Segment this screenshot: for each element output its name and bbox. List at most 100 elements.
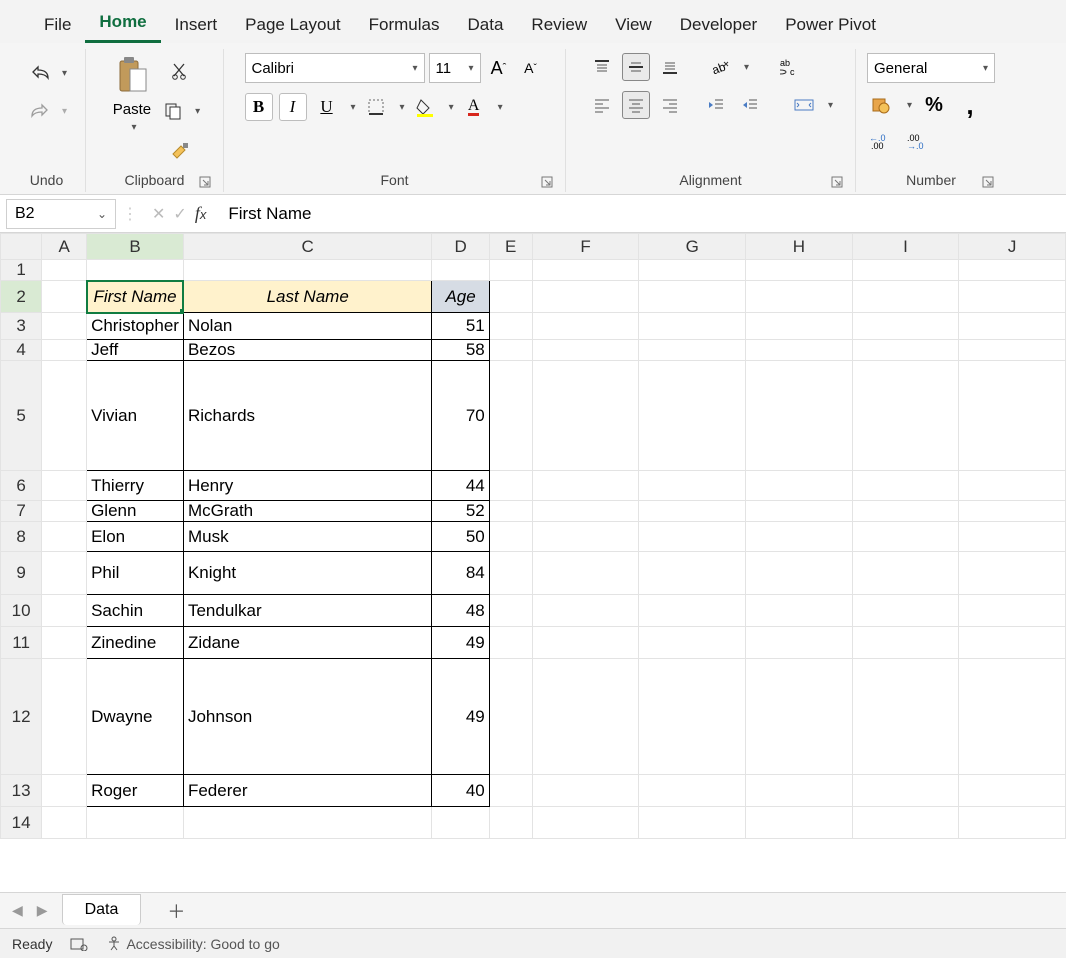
wrap-text-button[interactable]: abc xyxy=(775,53,803,81)
cell-F14[interactable] xyxy=(532,807,639,839)
increase-decimal-button[interactable]: ←.0.00 xyxy=(867,127,895,155)
cut-button[interactable] xyxy=(166,57,194,85)
cell-H4[interactable] xyxy=(746,340,853,361)
cell-C3[interactable]: Nolan xyxy=(183,313,431,340)
cell-I4[interactable] xyxy=(852,340,959,361)
cell-E1[interactable] xyxy=(489,260,532,281)
cell-E12[interactable] xyxy=(489,659,532,775)
cell-D14[interactable] xyxy=(432,807,489,839)
cell-H11[interactable] xyxy=(746,627,853,659)
cell-F9[interactable] xyxy=(532,552,639,595)
cell-I7[interactable] xyxy=(852,501,959,522)
cell-C9[interactable]: Knight xyxy=(183,552,431,595)
cell-G10[interactable] xyxy=(639,595,746,627)
cell-F1[interactable] xyxy=(532,260,639,281)
cell-F6[interactable] xyxy=(532,471,639,501)
cell-E3[interactable] xyxy=(489,313,532,340)
col-header-C[interactable]: C xyxy=(183,234,431,260)
align-top-button[interactable] xyxy=(588,53,616,81)
cell-J1[interactable] xyxy=(959,260,1066,281)
cell-H8[interactable] xyxy=(746,522,853,552)
cell-H7[interactable] xyxy=(746,501,853,522)
cell-J9[interactable] xyxy=(959,552,1066,595)
cell-D5[interactable]: 70 xyxy=(432,361,489,471)
accessibility-status[interactable]: Accessibility: Good to go xyxy=(106,936,279,952)
cell-J10[interactable] xyxy=(959,595,1066,627)
cell-G7[interactable] xyxy=(639,501,746,522)
cell-C14[interactable] xyxy=(183,807,431,839)
cell-B14[interactable] xyxy=(87,807,184,839)
prev-sheet-button[interactable]: ◀ xyxy=(12,902,23,919)
italic-button[interactable]: I xyxy=(279,93,307,121)
cell-I6[interactable] xyxy=(852,471,959,501)
cell-D9[interactable]: 84 xyxy=(432,552,489,595)
cell-E11[interactable] xyxy=(489,627,532,659)
cell-J13[interactable] xyxy=(959,775,1066,807)
row-header-1[interactable]: 1 xyxy=(1,260,42,281)
add-sheet-button[interactable]: ＋ xyxy=(155,898,197,924)
cell-I5[interactable] xyxy=(852,361,959,471)
cell-G8[interactable] xyxy=(639,522,746,552)
cell-E5[interactable] xyxy=(489,361,532,471)
cell-A6[interactable] xyxy=(42,471,87,501)
name-box[interactable]: B2⌄ xyxy=(6,199,116,229)
cell-H9[interactable] xyxy=(746,552,853,595)
cell-I1[interactable] xyxy=(852,260,959,281)
cell-A7[interactable] xyxy=(42,501,87,522)
formula-input[interactable] xyxy=(220,199,1060,229)
col-header-F[interactable]: F xyxy=(532,234,639,260)
cell-A2[interactable] xyxy=(42,281,87,313)
font-size-select[interactable]: 11▾ xyxy=(429,53,481,83)
cell-D10[interactable]: 48 xyxy=(432,595,489,627)
chevron-down-icon[interactable]: ▾ xyxy=(131,122,136,133)
cell-C13[interactable]: Federer xyxy=(183,775,431,807)
chevron-down-icon[interactable]: ▾ xyxy=(907,100,912,111)
chevron-down-icon[interactable]: ▾ xyxy=(498,102,503,113)
cell-G2[interactable] xyxy=(639,281,746,313)
cell-C1[interactable] xyxy=(183,260,431,281)
tab-page-layout[interactable]: Page Layout xyxy=(231,9,354,43)
spreadsheet-grid[interactable]: ABCDEFGHIJ12First NameLast NameAge3Chris… xyxy=(0,233,1066,892)
cell-C2[interactable]: Last Name xyxy=(183,281,431,313)
tab-data[interactable]: Data xyxy=(454,9,518,43)
col-header-J[interactable]: J xyxy=(959,234,1066,260)
row-header-3[interactable]: 3 xyxy=(1,313,42,340)
cell-D6[interactable]: 44 xyxy=(432,471,489,501)
dialog-launcher-icon[interactable] xyxy=(982,176,996,190)
row-header-11[interactable]: 11 xyxy=(1,627,42,659)
cell-E10[interactable] xyxy=(489,595,532,627)
cell-B13[interactable]: Roger xyxy=(87,775,184,807)
tab-formulas[interactable]: Formulas xyxy=(355,9,454,43)
underline-button[interactable]: U xyxy=(313,93,341,121)
format-painter-button[interactable] xyxy=(166,137,194,165)
cell-J8[interactable] xyxy=(959,522,1066,552)
align-bottom-button[interactable] xyxy=(656,53,684,81)
cell-D3[interactable]: 51 xyxy=(432,313,489,340)
row-header-9[interactable]: 9 xyxy=(1,552,42,595)
cell-B5[interactable]: Vivian xyxy=(87,361,184,471)
col-header-H[interactable]: H xyxy=(746,234,853,260)
cell-F8[interactable] xyxy=(532,522,639,552)
cell-J14[interactable] xyxy=(959,807,1066,839)
font-color-button[interactable]: A xyxy=(460,93,488,121)
tab-insert[interactable]: Insert xyxy=(161,9,232,43)
cell-J5[interactable] xyxy=(959,361,1066,471)
chevron-down-icon[interactable]: ▾ xyxy=(351,102,356,113)
cell-H6[interactable] xyxy=(746,471,853,501)
cell-H5[interactable] xyxy=(746,361,853,471)
cell-C11[interactable]: Zidane xyxy=(183,627,431,659)
cell-B1[interactable] xyxy=(87,260,184,281)
row-header-14[interactable]: 14 xyxy=(1,807,42,839)
paste-button[interactable]: Paste ▾ xyxy=(109,53,155,135)
row-header-2[interactable]: 2 xyxy=(1,281,42,313)
macro-recording-icon[interactable] xyxy=(70,937,88,951)
align-middle-button[interactable] xyxy=(622,53,650,81)
cell-A5[interactable] xyxy=(42,361,87,471)
cell-C4[interactable]: Bezos xyxy=(183,340,431,361)
cell-D4[interactable]: 58 xyxy=(432,340,489,361)
cell-H1[interactable] xyxy=(746,260,853,281)
cell-I2[interactable] xyxy=(852,281,959,313)
sheet-tab[interactable]: Data xyxy=(62,894,142,925)
col-header-A[interactable]: A xyxy=(42,234,87,260)
align-left-button[interactable] xyxy=(588,91,616,119)
